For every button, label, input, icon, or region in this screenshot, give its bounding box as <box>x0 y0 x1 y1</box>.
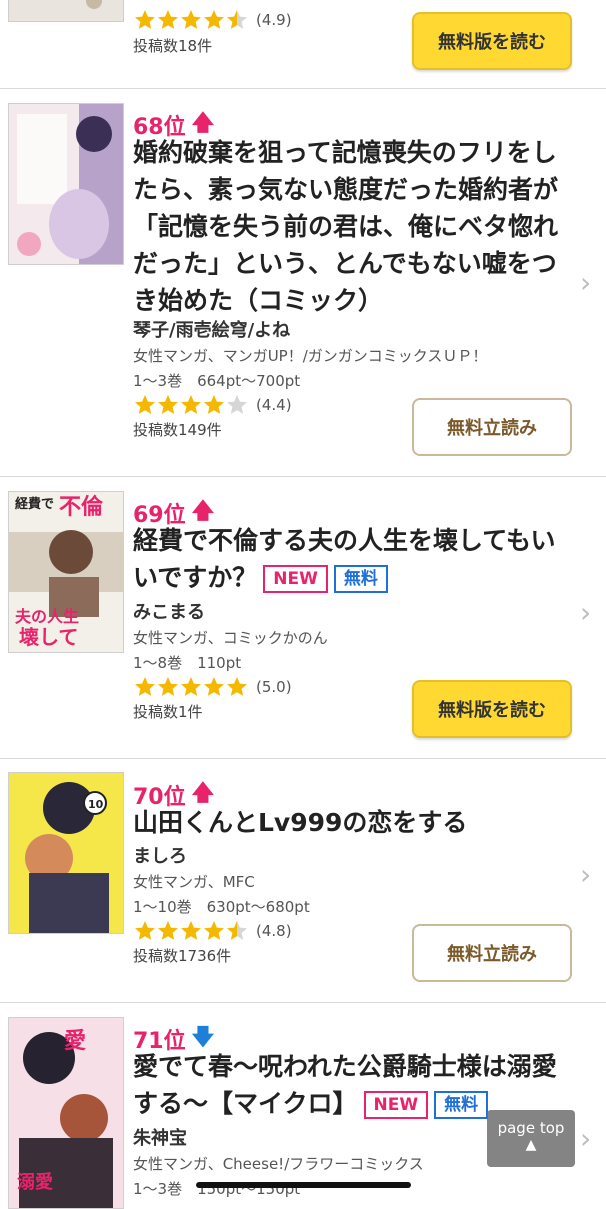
star-icon <box>204 395 224 414</box>
manga-title[interactable]: 山田くんとLv999の恋をする <box>133 804 573 841</box>
svg-text:溺愛: 溺愛 <box>17 1171 53 1193</box>
svg-text:経費で: 経費で <box>15 496 54 512</box>
star-icon <box>135 395 155 414</box>
star-icon <box>227 921 247 940</box>
star-icon <box>204 10 224 29</box>
list-item[interactable]: (4.9) 投稿数18件 無料版を読む <box>0 0 606 89</box>
rating-value: (4.8) <box>256 922 292 940</box>
genre: 女性マンガ、コミックかのん <box>133 629 328 647</box>
star-icon <box>181 921 201 940</box>
svg-text:夫の人生: 夫の人生 <box>15 607 79 626</box>
volumes-price: 1～8巻 110pt <box>133 654 242 672</box>
cover-volume-number: 10 <box>88 798 104 811</box>
list-item[interactable]: 10 70位 🡅 山田くんとLv999の恋をする ましろ 女性マンガ、MFC 1～… <box>0 758 606 1003</box>
read-free-button[interactable]: 無料版を読む <box>412 680 572 738</box>
volumes-price: 1～10巻 630pt～680pt <box>133 898 310 916</box>
list-item[interactable]: 愛 溺愛 71位 🡇 愛でて春～呪われた公爵騎士様は溺愛する～【マイクロ】 NEW 無… <box>0 1002 606 1209</box>
star-icon <box>227 395 247 414</box>
star-icon <box>181 395 201 414</box>
star-icon <box>227 10 247 29</box>
star-icon <box>204 921 224 940</box>
star-rating: (4.8) <box>133 919 292 943</box>
free-badge: 無料 <box>333 565 388 593</box>
free-preview-button[interactable]: 無料立読み <box>412 924 572 982</box>
svg-text:不倫: 不倫 <box>59 494 104 520</box>
genre: 女性マンガ、MFC <box>133 873 255 891</box>
star-rating: (5.0) <box>133 675 292 699</box>
new-badge: NEW <box>363 1091 429 1119</box>
post-count[interactable]: 投稿数1736件 <box>133 945 231 966</box>
author[interactable]: ましろ <box>133 842 187 868</box>
rating-value: (5.0) <box>256 678 292 696</box>
star-icon <box>135 677 155 696</box>
list-item[interactable]: 68位 🡅 婚約破棄を狙って記憶喪失のフリをしたら、素っ気ない態度だった婚約者が「… <box>0 88 606 477</box>
genre: 女性マンガ、マンガUP！/ガンガンコミックスＵＰ！ <box>133 347 488 365</box>
triangle-up-icon: ▲ <box>525 1137 537 1153</box>
star-icon <box>204 677 224 696</box>
read-free-button[interactable]: 無料版を読む <box>412 12 572 70</box>
free-badge: 無料 <box>434 1091 489 1119</box>
svg-text:壊して: 壊して <box>19 625 78 649</box>
genre: 女性マンガ、Cheese!/フラワーコミックス <box>133 1155 424 1173</box>
author[interactable]: みこまる <box>133 598 205 624</box>
star-icon <box>158 921 178 940</box>
list-item[interactable]: 経費で 不倫 夫の人生 壊して 69位 🡅 経費で不倫する夫の人生を壊してもいいで… <box>0 476 606 759</box>
title-text: 愛でて春～呪われた公爵騎士様は溺愛する～【マイクロ】 <box>133 1052 557 1118</box>
home-indicator[interactable] <box>196 1182 411 1188</box>
post-count[interactable]: 投稿数1件 <box>133 701 203 722</box>
chevron-right-icon[interactable]: › <box>580 858 591 891</box>
star-rating: (4.9) <box>133 8 292 32</box>
post-count[interactable]: 投稿数18件 <box>133 35 212 56</box>
star-icon <box>158 677 178 696</box>
star-icon <box>181 677 201 696</box>
author[interactable]: 琴子/雨壱絵穹/よね <box>133 316 290 342</box>
chevron-right-icon[interactable]: › <box>580 1122 591 1155</box>
star-icon <box>135 10 155 29</box>
manga-cover[interactable]: 経費で 不倫 夫の人生 壊して <box>8 491 124 653</box>
chevron-right-icon[interactable]: › <box>580 596 591 629</box>
chevron-right-icon[interactable]: › <box>580 266 591 299</box>
manga-cover[interactable] <box>8 103 124 265</box>
rating-value: (4.4) <box>256 396 292 414</box>
manga-title[interactable]: 婚約破棄を狙って記憶喪失のフリをしたら、素っ気ない態度だった婚約者が「記憶を失う… <box>133 134 573 319</box>
free-preview-button[interactable]: 無料立読み <box>412 398 572 456</box>
svg-text:愛: 愛 <box>64 1028 86 1054</box>
post-count[interactable]: 投稿数149件 <box>133 419 222 440</box>
star-icon <box>135 921 155 940</box>
star-rating: (4.4) <box>133 393 292 417</box>
manga-title[interactable]: 経費で不倫する夫の人生を壊してもいいですか？ NEW 無料 <box>133 522 573 596</box>
star-icon <box>181 10 201 29</box>
rating-value: (4.9) <box>256 11 292 29</box>
page-top-label: page top <box>497 1119 565 1137</box>
new-badge: NEW <box>263 565 328 593</box>
manga-cover[interactable]: 10 <box>8 772 124 934</box>
manga-cover[interactable]: 愛 溺愛 <box>8 1017 124 1209</box>
author[interactable]: 朱神宝 <box>133 1124 187 1150</box>
volumes-price: 1～3巻 664pt～700pt <box>133 372 301 390</box>
star-icon <box>227 677 247 696</box>
page-top-button[interactable]: page top ▲ <box>487 1110 575 1167</box>
star-icon <box>158 10 178 29</box>
manga-cover[interactable] <box>8 0 124 22</box>
star-icon <box>158 395 178 414</box>
